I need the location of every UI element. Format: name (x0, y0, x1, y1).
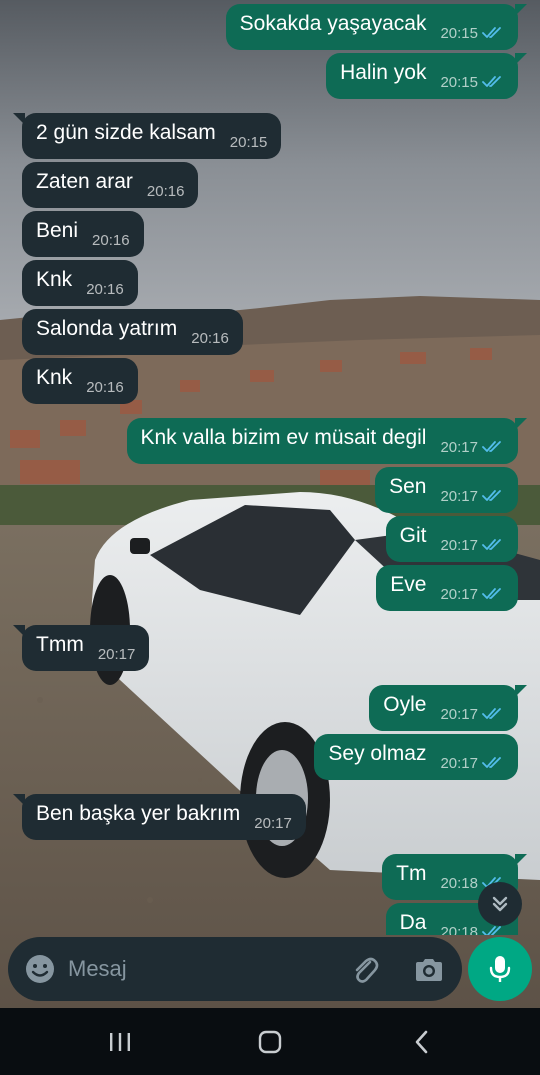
chat-message-list[interactable]: Sokakda yaşayacak 20:15 Halin yok 20:15 2 gü… (0, 0, 540, 935)
message-time: 20:17 (440, 754, 478, 772)
message-text: Salonda yatrım (36, 317, 178, 340)
message-time: 20:17 (440, 585, 478, 603)
outgoing-message[interactable]: Git 20:17 (385, 516, 518, 562)
scroll-to-bottom-button[interactable] (478, 882, 522, 926)
message-meta: 20:15 (440, 74, 504, 91)
incoming-message[interactable]: Knk 20:16 (22, 358, 138, 404)
message-time: 20:15 (440, 24, 478, 42)
message-meta: 20:17 (440, 537, 504, 554)
recent-apps-button[interactable] (100, 1026, 140, 1058)
message-time: 20:17 (440, 705, 478, 723)
message-time: 20:17 (97, 645, 136, 663)
message-meta: 20:17 (98, 646, 136, 663)
message-meta: 20:17 (440, 755, 504, 772)
read-receipt-icon (482, 538, 504, 552)
message-text: Tm (396, 862, 427, 885)
message-meta: 20:17 (254, 815, 292, 832)
message-text: Sey olmaz (328, 742, 427, 765)
incoming-message[interactable]: Ben başka yer bakrım 20:17 (13, 794, 306, 840)
message-time: 20:16 (86, 378, 124, 396)
read-receipt-icon (482, 587, 504, 601)
outgoing-message[interactable]: Sokakda yaşayacak 20:15 (225, 4, 528, 50)
incoming-message[interactable]: Knk 20:16 (22, 260, 138, 306)
message-time: 20:17 (440, 536, 478, 554)
incoming-message[interactable]: Zaten arar 20:16 (22, 162, 199, 208)
read-receipt-icon (482, 75, 504, 89)
read-receipt-icon (482, 26, 504, 40)
message-time: 20:18 (440, 874, 478, 892)
camera-icon[interactable] (412, 953, 446, 987)
message-text: Knk (36, 366, 73, 389)
incoming-message[interactable]: Salonda yatrım 20:16 (22, 309, 243, 355)
message-meta: 20:16 (92, 232, 130, 249)
outgoing-message[interactable]: Knk valla bizim ev müsait degil 20:17 (126, 418, 527, 464)
message-meta: 20:16 (147, 183, 185, 200)
message-text: Sokakda yaşayacak (239, 12, 427, 35)
message-meta: 20:16 (86, 379, 124, 396)
message-text: Halin yok (340, 61, 427, 84)
message-meta: 20:15 (440, 25, 504, 42)
recent-apps-icon (110, 1033, 130, 1051)
incoming-message[interactable]: Beni 20:16 (22, 211, 144, 257)
read-receipt-icon (482, 440, 504, 454)
read-receipt-icon (482, 489, 504, 503)
message-meta: 20:15 (230, 134, 268, 151)
message-meta: 20:16 (191, 330, 229, 347)
microphone-button[interactable] (468, 937, 532, 1001)
outgoing-message[interactable]: Eve 20:17 (376, 565, 518, 611)
message-text: Knk (36, 268, 73, 291)
message-time: 20:16 (92, 231, 130, 249)
paperclip-icon[interactable] (348, 953, 382, 987)
back-icon (415, 1030, 428, 1054)
message-text: 2 gün sizde kalsam (36, 121, 216, 144)
message-text: Eve (390, 573, 427, 596)
message-time: 20:17 (254, 814, 292, 832)
message-time: 20:16 (86, 280, 124, 298)
message-time: 20:18 (440, 923, 478, 936)
outgoing-message[interactable]: Sey olmaz 20:17 (314, 734, 518, 780)
home-button[interactable] (250, 1026, 290, 1058)
message-text: Knk valla bizim ev müsait degil (140, 426, 427, 449)
double-chevron-down-icon (492, 896, 508, 912)
message-time: 20:15 (440, 73, 478, 91)
message-time: 20:17 (440, 487, 478, 505)
message-time: 20:16 (191, 329, 229, 347)
message-text: Da (399, 911, 427, 934)
system-navigation-bar (0, 1008, 540, 1075)
message-input[interactable] (68, 951, 328, 987)
microphone-icon (489, 956, 511, 982)
message-meta: 20:17 (440, 586, 504, 603)
message-text: Git (399, 524, 427, 547)
read-receipt-icon (482, 925, 504, 935)
message-time: 20:17 (440, 438, 478, 456)
message-text: Oyle (383, 693, 427, 716)
message-text: Tmm (36, 633, 84, 656)
incoming-message[interactable]: Tmm 20:17 (12, 625, 150, 671)
message-text: Sen (389, 475, 427, 498)
home-icon (258, 1030, 282, 1054)
message-composer (8, 937, 462, 1001)
outgoing-message[interactable]: Halin yok 20:15 (326, 53, 527, 99)
incoming-message[interactable]: 2 gün sizde kalsam 20:15 (12, 113, 282, 159)
read-receipt-icon (482, 707, 504, 721)
emoji-icon[interactable] (24, 953, 56, 985)
message-meta: 20:17 (440, 488, 504, 505)
message-time: 20:16 (146, 182, 185, 200)
message-text: Beni (36, 219, 79, 242)
back-button[interactable] (402, 1026, 442, 1058)
outgoing-message[interactable]: Oyle 20:17 (369, 685, 527, 731)
message-time: 20:15 (229, 133, 268, 151)
message-meta: 20:17 (440, 706, 504, 723)
read-receipt-icon (482, 756, 504, 770)
message-meta: 20:17 (440, 439, 504, 456)
outgoing-message[interactable]: Sen 20:17 (375, 467, 518, 513)
message-text: Zaten arar (36, 170, 133, 193)
message-meta: 20:16 (86, 281, 124, 298)
message-text: Ben başka yer bakrım (36, 802, 241, 825)
